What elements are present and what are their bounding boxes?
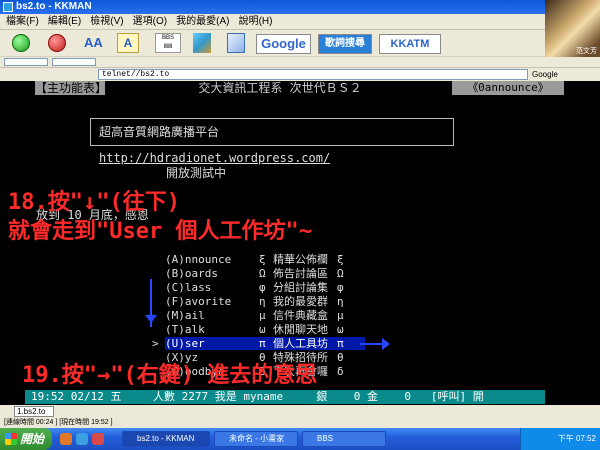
quicklaunch-icon-3[interactable] — [92, 433, 104, 445]
radio-banner-box: 超高音質網路廣播平台 http://hdradionet.wordpress.c… — [90, 118, 454, 165]
task-bbs-folder[interactable]: BBS — [302, 431, 386, 447]
avatar: 范文芳 — [545, 0, 600, 58]
font-size-icon[interactable]: AA — [84, 33, 106, 53]
toolbar: AA A BBS ⅢⅢ Google 歌詞搜尋 KKATM — [0, 30, 545, 56]
menu-bar: 檔案(F) 編輯(E) 檢視(V) 選項(O) 我的最愛(A) 說明(H) — [0, 14, 545, 30]
menu-options[interactable]: 選項(O) — [133, 14, 167, 29]
selection-cursor: > — [152, 337, 159, 350]
google-searchbox-label[interactable]: Google — [532, 69, 558, 80]
menu-item-user[interactable]: (U)ser π 個人工具坊 π — [165, 337, 365, 350]
tray-clock[interactable]: 下午 07:52 — [558, 434, 596, 443]
secondary-address-row — [0, 57, 600, 67]
menu-item-favorite[interactable]: (F)avorite η 我的最愛群 η — [165, 295, 365, 308]
menu-item-announce[interactable]: (A)nnounce ξ 精華公佈欄 ξ — [165, 253, 365, 266]
terminal-status-line: 19:52 02/12 五 人數 2277 我是 myname 銀 0 金 0 … — [0, 390, 600, 404]
radio-banner-text: 超高音質網路廣播平台 — [99, 125, 220, 139]
back-mini-button[interactable] — [4, 58, 48, 66]
radio-banner-url[interactable]: http://hdradionet.wordpress.com/ — [99, 151, 330, 165]
status-bar: [連線時間 00:24 ] [現在時間 19:52 ] — [0, 418, 600, 428]
address-input[interactable]: telnet//bs2.to — [98, 69, 528, 80]
annotation-step18-line1: 18.按"↓"(往下) — [8, 190, 180, 215]
bbs-terminal[interactable]: 【主功能表】 交大資訊工程系 次世代ＢＳ２ 《0announce》 超高音質網路… — [0, 81, 600, 405]
task-kkman[interactable]: bs2.to - KKMAN — [122, 431, 210, 447]
windows-logo-icon — [5, 433, 17, 445]
session-tab-bar: 1.bs2.to — [0, 405, 600, 418]
status-time: 19:52 02/12 五 — [25, 390, 145, 404]
go-icon[interactable] — [12, 34, 30, 52]
menu-item-class[interactable]: (C)lass φ 分組討論集 φ — [165, 281, 365, 294]
testing-notice: 開放測試中 — [166, 166, 227, 180]
cube-icon[interactable] — [227, 33, 245, 53]
menu-item-mail[interactable]: (M)ail μ 信件典藏盒 μ — [165, 309, 365, 322]
header-main-menu: 【主功能表】 — [35, 81, 108, 95]
quicklaunch-icon-2[interactable] — [76, 433, 88, 445]
window-title-bar[interactable]: bs2.to - KKMAN — [0, 0, 600, 14]
menu-view[interactable]: 檢視(V) — [90, 14, 123, 29]
windows-taskbar: 開始 bs2.to - KKMAN 未命名 - 小畫家 BBS 下午 07:52 — [0, 428, 600, 450]
annotation-step18-line2: 就會走到"User 個人工作坊"~ — [8, 219, 312, 244]
right-arrow-annotation-icon — [360, 338, 390, 350]
bbs-icon[interactable]: BBS ⅢⅢ — [155, 33, 181, 53]
text-style-icon[interactable]: A — [117, 33, 139, 53]
status-info: 人數 2277 我是 myname 銀 0 金 0 [呼叫] 開 — [145, 390, 545, 404]
avatar-caption: 范文芳 — [576, 48, 597, 55]
connection-time-text: [連線時間 00:24 ] [現在時間 19:52 ] — [4, 419, 113, 426]
start-button[interactable]: 開始 — [0, 428, 52, 450]
menu-edit[interactable]: 編輯(E) — [48, 14, 81, 29]
tools-icon[interactable] — [193, 33, 211, 53]
menu-help[interactable]: 說明(H) — [239, 14, 273, 29]
forward-mini-button[interactable] — [52, 58, 96, 66]
session-tab-bs2[interactable]: 1.bs2.to — [14, 406, 54, 417]
system-tray: 下午 07:52 — [520, 428, 600, 450]
address-bar: telnet//bs2.to Google — [0, 67, 600, 81]
header-board-name: 《0announce》 — [452, 81, 564, 95]
google-search-button[interactable]: Google — [256, 34, 311, 54]
quicklaunch-icon-1[interactable] — [60, 433, 72, 445]
menu-favorites[interactable]: 我的最愛(A) — [176, 14, 229, 29]
window-title: bs2.to - KKMAN — [16, 1, 92, 12]
kkatm-button[interactable]: KKATM — [379, 34, 441, 54]
annotation-step19: 19.按"→"(右鍵) 進去的意思 — [22, 363, 318, 388]
lyric-search-button[interactable]: 歌詞搜尋 — [318, 34, 372, 54]
menu-item-talk[interactable]: (T)alk ω 休閒聊天地 ω — [165, 323, 365, 336]
task-paint[interactable]: 未命名 - 小畫家 — [214, 431, 298, 447]
menu-item-boards[interactable]: (B)oards Ω 佈告討論區 Ω — [165, 267, 365, 280]
kkman-app-icon — [3, 2, 13, 12]
down-arrow-annotation-icon — [145, 279, 157, 327]
menu-file[interactable]: 檔案(F) — [6, 14, 39, 29]
header-site-name: 交大資訊工程系 次世代ＢＳ２ — [110, 81, 450, 95]
terminal-header: 【主功能表】 交大資訊工程系 次世代ＢＳ２ 《0announce》 — [0, 81, 600, 95]
stop-icon[interactable] — [48, 34, 66, 52]
